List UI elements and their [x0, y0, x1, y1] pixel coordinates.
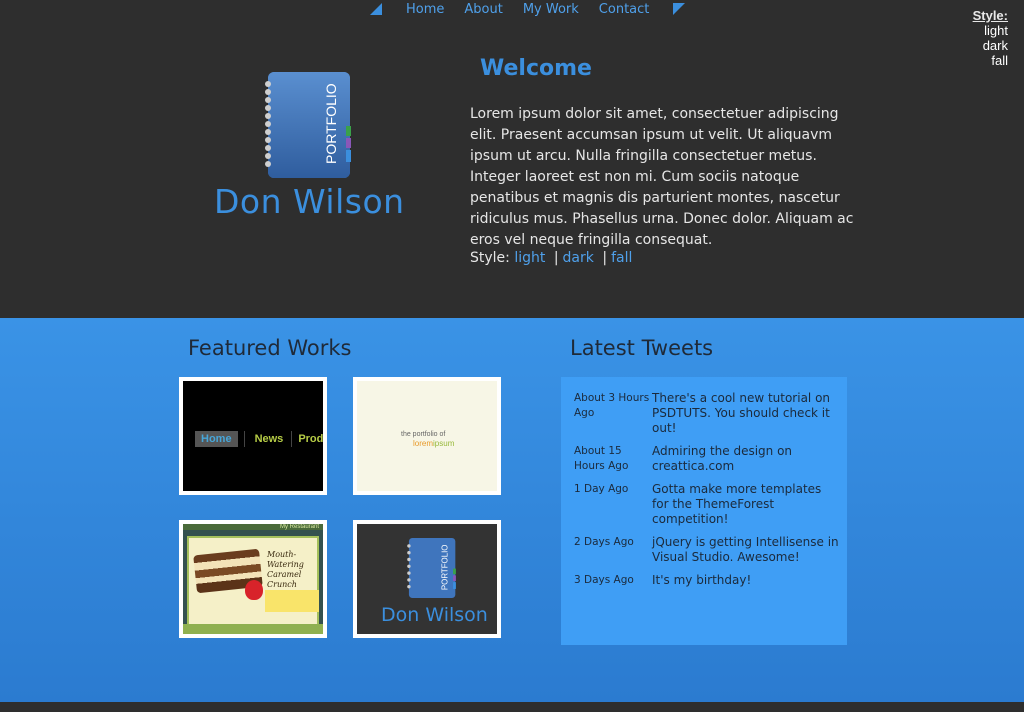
style-switcher-title: Style: — [972, 8, 1008, 23]
thumb-lorem: lorem — [413, 439, 434, 448]
thumb-lorem-ipsum: loremipsum — [413, 439, 454, 448]
portfolio-logo-icon: PORTFOLIO — [407, 538, 456, 598]
separator: | — [553, 250, 559, 266]
tweet-item: 2 Days Ago jQuery is getting Intellisens… — [574, 535, 839, 565]
tweet-item: About 15 Hours Ago Admiring the design o… — [574, 444, 839, 474]
nav-left-triangle-icon — [370, 3, 382, 15]
style-link-light[interactable]: light — [514, 250, 545, 266]
tweet-time: 1 Day Ago — [574, 483, 629, 495]
thumb-restaurant-footer — [183, 624, 323, 634]
logo-text: PORTFOLIO — [323, 83, 339, 164]
thumb-restaurant-title: Mouth-Watering Caramel Crunch — [267, 550, 304, 589]
thumb-site-name: Don Wilson — [381, 604, 488, 626]
style-switcher: Style: light dark fall — [973, 8, 1008, 68]
thumb-image: PORTFOLIO Don Wilson — [357, 524, 497, 634]
style-link-fall[interactable]: fall — [611, 250, 632, 266]
tweet-text: There's a cool new tutorial on PSDTUTS. … — [652, 391, 831, 435]
latest-tweets-title: Latest Tweets — [570, 336, 714, 360]
nav-my-work[interactable]: My Work — [523, 2, 579, 17]
footer-bar — [0, 702, 1024, 712]
intro-style-links: Style: light | dark | fall — [470, 250, 632, 266]
tweet-time: About 15 Hours Ago — [574, 445, 629, 472]
featured-work-thumb-3[interactable]: My Restaurant Mouth-Watering Caramel Cru… — [179, 520, 327, 638]
tweet-item: About 3 Hours Ago There's a cool new tut… — [574, 391, 839, 436]
tweet-time: 3 Days Ago — [574, 574, 634, 586]
featured-work-thumb-2[interactable]: the portfolio of loremipsum — [353, 377, 501, 495]
strawberry-image — [245, 580, 263, 600]
thumb-logo-text: PORTFOLIO — [440, 545, 449, 591]
tweet-time: About 3 Hours Ago — [574, 392, 650, 419]
thumb-portfolio-of: the portfolio of — [401, 431, 446, 438]
header: PORTFOLIO Don Wilson Welcome Lorem ipsum… — [0, 0, 1024, 318]
style-option-fall[interactable]: fall — [973, 53, 1008, 68]
thumb-nav-news: News — [243, 431, 290, 447]
tweet-text: It's my birthday! — [652, 573, 752, 587]
tweet-item: 3 Days Ago It's my birthday! — [574, 573, 839, 588]
nav-contact[interactable]: Contact — [599, 2, 650, 17]
tweet-text: Admiring the design on creattica.com — [652, 444, 793, 473]
tweet-text: Gotta make more templates for the ThemeF… — [652, 482, 822, 526]
featured-work-thumb-1[interactable]: Home News Produ — [179, 377, 327, 495]
portfolio-logo-icon: PORTFOLIO — [265, 72, 351, 178]
nav-home[interactable]: Home — [406, 2, 444, 17]
top-navigation: Home About My Work Contact — [370, 0, 686, 18]
thumb-restaurant-note — [265, 590, 319, 612]
intro-style-label: Style: — [470, 250, 510, 266]
nav-right-triangle-icon — [673, 3, 686, 15]
site-name: Don Wilson — [214, 182, 405, 221]
thumb-nav-products: Produ — [291, 431, 323, 447]
thumb-nav-home: Home — [195, 431, 238, 447]
style-link-dark[interactable]: dark — [563, 250, 594, 266]
thumb-image: My Restaurant Mouth-Watering Caramel Cru… — [183, 524, 323, 634]
style-option-dark[interactable]: dark — [973, 38, 1008, 53]
nav-about[interactable]: About — [464, 2, 502, 17]
welcome-heading: Welcome — [480, 56, 592, 81]
tweet-time: 2 Days Ago — [574, 536, 634, 548]
thumb-image: Home News Produ — [183, 381, 323, 491]
style-option-light[interactable]: light — [973, 23, 1008, 38]
separator: | — [602, 250, 608, 266]
tweets-box: About 3 Hours Ago There's a cool new tut… — [561, 377, 847, 645]
thumb-image: the portfolio of loremipsum — [357, 381, 497, 491]
thumb-restaurant-body: Mouth-Watering Caramel Crunch — [187, 536, 319, 626]
thumb-restaurant-top: My Restaurant — [183, 524, 323, 530]
tweet-text: jQuery is getting Intellisense in Visual… — [652, 535, 839, 564]
intro-paragraph: Lorem ipsum dolor sit amet, consectetuer… — [470, 106, 854, 248]
thumb-ipsum: ipsum — [433, 439, 455, 448]
thumb-mini-nav: Home News Produ — [195, 431, 323, 447]
content-area — [0, 318, 1024, 702]
tweet-item: 1 Day Ago Gotta make more templates for … — [574, 482, 839, 527]
featured-works-title: Featured Works — [188, 336, 352, 360]
featured-work-thumb-4[interactable]: PORTFOLIO Don Wilson — [353, 520, 501, 638]
